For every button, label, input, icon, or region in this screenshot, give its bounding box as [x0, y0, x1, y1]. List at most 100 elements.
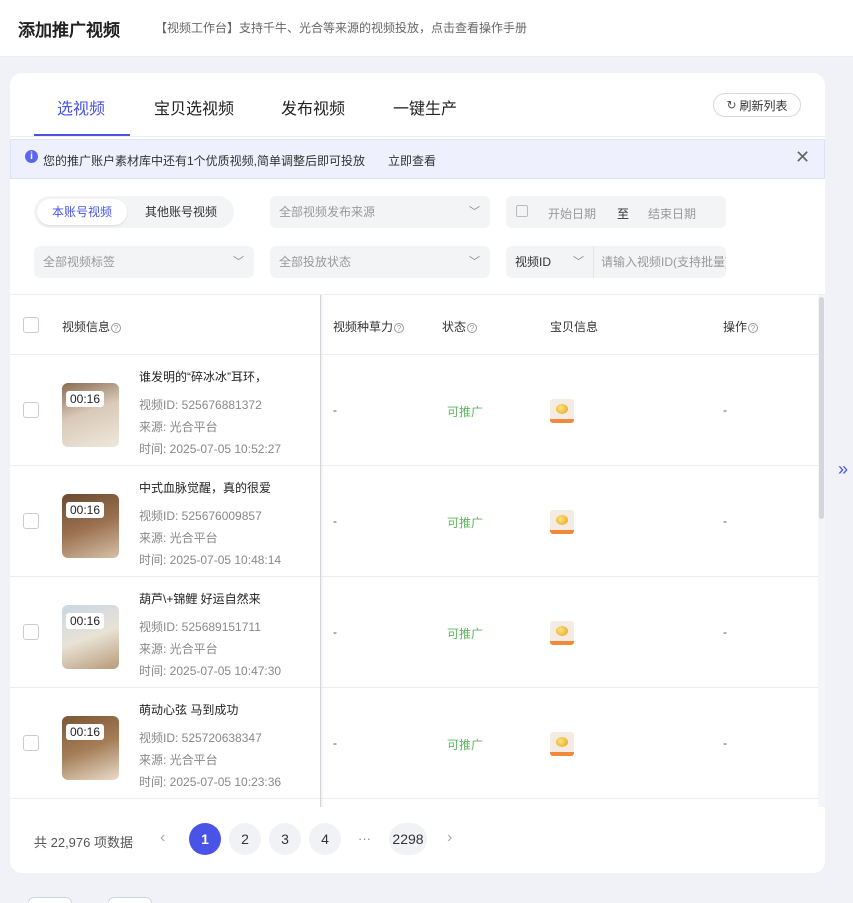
- top-bar: 添加推广视频 【视频工作台】支持千牛、光合等来源的视频投放，点击查看操作手册: [0, 0, 853, 57]
- status-badge: 可推广: [447, 516, 484, 530]
- chevron-down-icon: ﹀: [573, 256, 584, 268]
- tab-one-click-produce[interactable]: 一键生产: [393, 95, 457, 119]
- next-page-icon[interactable]: ›: [447, 829, 452, 847]
- table-row: 00:16 谁发明的“碎冰冰”耳环， 视频ID: 525676881372 来源…: [10, 355, 818, 466]
- product-thumbnail[interactable]: [550, 510, 574, 534]
- scrollbar-thumb[interactable]: [819, 297, 824, 519]
- page-last[interactable]: 2298: [389, 823, 427, 855]
- prev-page-icon[interactable]: ‹: [160, 829, 165, 847]
- page-4[interactable]: 4: [309, 823, 341, 855]
- page-ellipsis[interactable]: ···: [358, 831, 371, 846]
- id-type-select[interactable]: 视频ID ﹀: [506, 246, 594, 278]
- page-title: 添加推广视频: [18, 21, 120, 40]
- date-separator: 至: [617, 207, 630, 221]
- video-duration: 00:16: [66, 391, 104, 407]
- header-action: 操作?: [723, 318, 759, 335]
- segment-other-account[interactable]: 其他账号视频: [131, 199, 231, 225]
- video-id-search: 视频ID ﹀: [506, 246, 726, 278]
- grass-power-value: -: [333, 736, 337, 750]
- notice-banner: i 您的推广账户素材库中还有1个优质视频,简单调整后即可投放 立即查看 ✕: [10, 139, 825, 179]
- header-status: 状态?: [442, 318, 478, 335]
- action-value: -: [723, 403, 727, 417]
- help-icon[interactable]: ?: [394, 323, 405, 333]
- video-title: 中式血脉觉醒，真的很爱: [139, 481, 272, 495]
- status-select[interactable]: 全部投放状态 ﹀: [270, 246, 490, 278]
- help-icon[interactable]: ?: [467, 323, 478, 333]
- video-time: 时间: 2025-07-05 10:23:36: [139, 775, 282, 789]
- double-chevron-right-icon[interactable]: »: [838, 459, 848, 480]
- video-title: 葫芦\+锦鲤 好运自然来: [139, 592, 261, 606]
- source-select[interactable]: 全部视频发布来源 ﹀: [270, 196, 490, 228]
- id-type-value: 视频ID: [515, 255, 552, 269]
- tab-select-video[interactable]: 选视频: [57, 95, 105, 119]
- page-2[interactable]: 2: [229, 823, 261, 855]
- tab-product-select-video[interactable]: 宝贝选视频: [154, 95, 234, 119]
- tag-select-value: 全部视频标签: [43, 255, 116, 269]
- video-table: 视频信息? 视频种草力? 状态? 宝贝信息 操作? 00:16 谁发明的“碎冰冰…: [10, 294, 825, 807]
- row-checkbox[interactable]: [23, 624, 39, 640]
- product-thumbnail[interactable]: [550, 621, 574, 645]
- product-thumbnail[interactable]: [550, 732, 574, 756]
- date-range-picker[interactable]: 开始日期 至 结束日期: [506, 196, 726, 228]
- tab-bar: 选视频 宝贝选视频 发布视频 一键生产 ↻ 刷新列表: [10, 73, 825, 137]
- fixed-column-shadow: [320, 295, 324, 807]
- grass-power-value: -: [333, 403, 337, 417]
- notice-text: 您的推广账户素材库中还有1个优质视频,简单调整后即可投放: [43, 154, 366, 168]
- video-thumbnail[interactable]: 00:16: [62, 716, 119, 780]
- refresh-label: 刷新列表: [739, 98, 788, 113]
- select-all-checkbox[interactable]: [23, 317, 39, 333]
- action-value: -: [723, 514, 727, 528]
- close-icon[interactable]: ✕: [795, 147, 810, 167]
- row-checkbox[interactable]: [23, 513, 39, 529]
- video-id: 视频ID: 525720638347: [139, 731, 262, 745]
- start-date-input[interactable]: 开始日期: [548, 205, 596, 222]
- tag-select[interactable]: 全部视频标签 ﹀: [34, 246, 254, 278]
- refresh-list-button[interactable]: ↻ 刷新列表: [713, 93, 801, 117]
- table-header: 视频信息? 视频种草力? 状态? 宝贝信息 操作?: [10, 295, 818, 355]
- account-segment: 本账号视频 其他账号视频: [34, 196, 234, 228]
- table-row: 00:16 中式血脉觉醒，真的很爱 视频ID: 525676009857 来源:…: [10, 466, 818, 577]
- chevron-down-icon: ﹀: [469, 256, 480, 268]
- info-icon: i: [25, 150, 38, 163]
- video-duration: 00:16: [66, 613, 104, 629]
- video-source: 来源: 光合平台: [139, 420, 218, 434]
- row-checkbox[interactable]: [23, 735, 39, 751]
- video-thumbnail[interactable]: 00:16: [62, 494, 119, 558]
- video-thumbnail[interactable]: 00:16: [62, 383, 119, 447]
- view-now-link[interactable]: 立即查看: [388, 152, 436, 169]
- tab-publish-video[interactable]: 发布视频: [281, 95, 345, 119]
- header-grass-power: 视频种草力?: [333, 318, 405, 335]
- total-count: 共 22,976 项数据: [34, 835, 133, 850]
- chevron-down-icon: ﹀: [469, 206, 480, 218]
- grass-power-value: -: [333, 625, 337, 639]
- table-row: 00:16 萌动心弦 马到成功 视频ID: 525720638347 来源: 光…: [10, 688, 818, 799]
- active-tab-indicator: [34, 134, 130, 136]
- video-thumbnail[interactable]: 00:16: [62, 605, 119, 669]
- page-1[interactable]: 1: [189, 823, 221, 855]
- source-select-value: 全部视频发布来源: [279, 205, 376, 219]
- product-thumbnail[interactable]: [550, 399, 574, 423]
- video-source: 来源: 光合平台: [139, 642, 218, 656]
- pagination: 共 22,976 项数据 ‹ 1 2 3 4 ··· 2298 ›: [10, 823, 825, 855]
- header-product: 宝贝信息: [550, 320, 599, 334]
- segment-own-account[interactable]: 本账号视频: [37, 199, 127, 225]
- row-checkbox[interactable]: [23, 402, 39, 418]
- end-date-input[interactable]: 结束日期: [648, 205, 696, 222]
- bottom-button-fragment[interactable]: [108, 897, 152, 903]
- video-id: 视频ID: 525676009857: [139, 509, 262, 523]
- page-subtitle-manual-link[interactable]: 【视频工作台】支持千牛、光合等来源的视频投放，点击查看操作手册: [155, 19, 527, 36]
- calendar-icon: [516, 205, 528, 217]
- help-icon[interactable]: ?: [748, 323, 759, 333]
- page-3[interactable]: 3: [269, 823, 301, 855]
- table-scrollbar[interactable]: [818, 295, 825, 807]
- help-icon[interactable]: ?: [111, 323, 122, 333]
- video-source: 来源: 光合平台: [139, 753, 218, 767]
- video-source: 来源: 光合平台: [139, 531, 218, 545]
- status-badge: 可推广: [447, 738, 484, 752]
- grass-power-value: -: [333, 514, 337, 528]
- video-id-input[interactable]: [594, 246, 726, 278]
- chevron-down-icon: ﹀: [233, 256, 244, 268]
- action-value: -: [723, 625, 727, 639]
- bottom-button-fragment[interactable]: [28, 897, 72, 903]
- table-row: 00:16 葫芦\+锦鲤 好运自然来 视频ID: 525689151711 来源…: [10, 577, 818, 688]
